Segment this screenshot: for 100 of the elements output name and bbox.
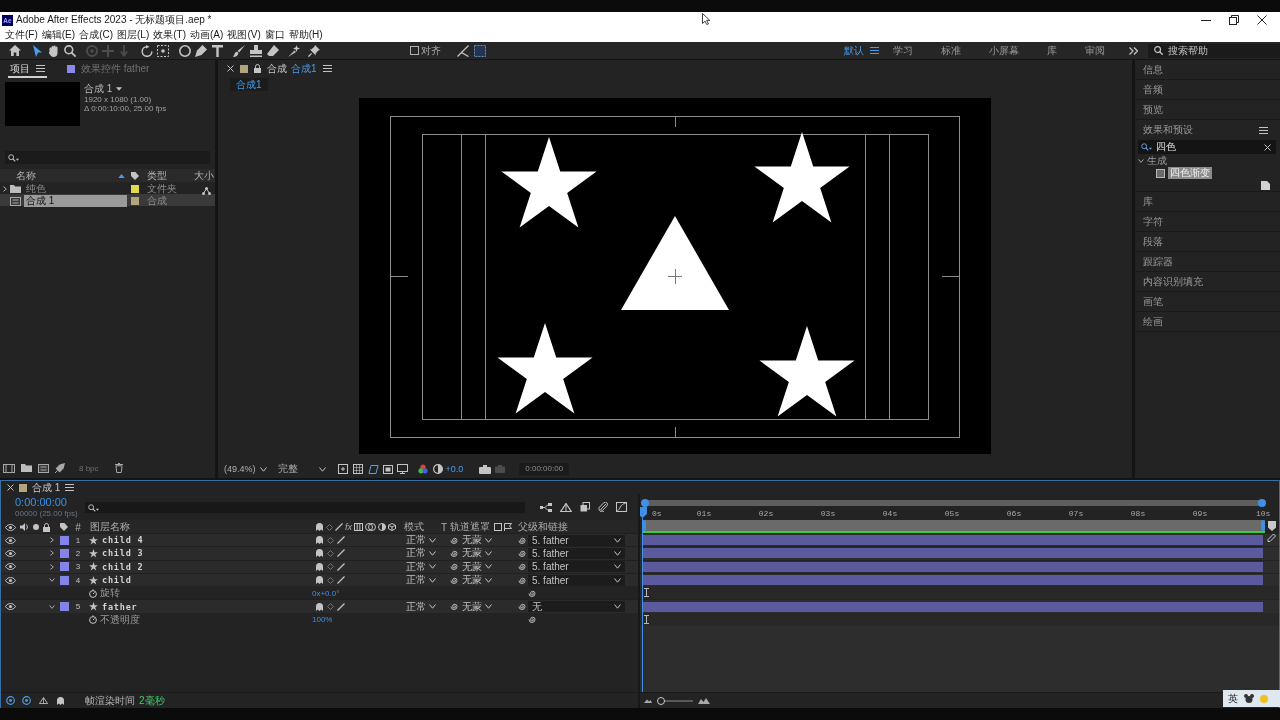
blend-mode-dropdown[interactable]: 正常 xyxy=(404,601,438,613)
close-icon[interactable] xyxy=(7,484,14,491)
parent-dropdown[interactable]: 5. father xyxy=(528,547,625,559)
layer-search-field[interactable] xyxy=(85,502,525,513)
timeline-tab[interactable]: 合成 1 xyxy=(32,481,61,495)
snap-label[interactable]: 对齐 xyxy=(421,43,441,58)
chevrons-icon[interactable] xyxy=(1129,46,1138,55)
label-color-swatch[interactable] xyxy=(59,548,69,558)
eye-icon[interactable] xyxy=(5,549,16,557)
spiral-icon[interactable] xyxy=(450,603,458,611)
caret-icon[interactable] xyxy=(116,87,123,91)
chevron-down-icon[interactable] xyxy=(1138,159,1144,163)
dashed-square-icon[interactable] xyxy=(157,44,169,57)
folder-icon[interactable] xyxy=(21,464,32,472)
brush-sparkle-icon[interactable] xyxy=(288,44,300,57)
panel-header[interactable]: 信息 xyxy=(1135,60,1280,80)
eye-icon[interactable] xyxy=(5,563,16,571)
dotted-square-icon[interactable] xyxy=(474,44,486,57)
layer-name[interactable]: child xyxy=(100,573,312,587)
panel-header[interactable]: 字符 xyxy=(1135,212,1280,232)
grid-icon[interactable] xyxy=(352,464,363,474)
region-icon[interactable] xyxy=(337,464,348,474)
ghost-icon[interactable] xyxy=(315,602,324,611)
footage-icon[interactable] xyxy=(3,463,15,473)
stopwatch-icon[interactable] xyxy=(89,588,97,598)
nodes-icon[interactable] xyxy=(540,502,552,512)
eye-icon[interactable] xyxy=(5,603,16,611)
workspace-tab[interactable]: 审阅 xyxy=(1071,43,1119,58)
panel-header[interactable]: 绘画 xyxy=(1135,312,1280,332)
track-matte-dropdown[interactable]: 无蒙 xyxy=(460,601,494,613)
blend-mode-dropdown[interactable]: 正常 xyxy=(404,561,438,573)
menu-icon[interactable] xyxy=(65,484,75,491)
panel-header[interactable]: 跟踪器 xyxy=(1135,252,1280,272)
circle-icon[interactable] xyxy=(179,44,191,57)
hand-icon[interactable] xyxy=(48,44,58,57)
blend-mode-dropdown[interactable]: 正常 xyxy=(404,574,438,586)
parent-dropdown[interactable]: 5. father xyxy=(528,561,625,573)
eye-icon[interactable] xyxy=(5,536,16,544)
marker-icon[interactable] xyxy=(1268,521,1276,531)
panel-header[interactable]: 音频 xyxy=(1135,80,1280,100)
label-color-swatch[interactable] xyxy=(59,562,69,572)
panel-tab[interactable]: 项目 xyxy=(8,61,47,78)
menu-item[interactable]: 动画(A) xyxy=(188,28,226,42)
menu-item[interactable]: 合成(C) xyxy=(77,28,115,42)
track-matte-dropdown[interactable]: 无蒙 xyxy=(460,547,494,559)
brush-icon[interactable] xyxy=(233,44,245,57)
property-value[interactable]: 100% xyxy=(312,612,404,627)
layer-name[interactable]: father xyxy=(100,600,312,613)
menu-item[interactable]: 视图(V) xyxy=(225,28,263,42)
selection-arrow-icon[interactable] xyxy=(33,44,42,57)
parent-dropdown[interactable]: 无 xyxy=(528,601,625,613)
work-area-handle[interactable] xyxy=(1261,520,1265,531)
page-icon[interactable] xyxy=(1261,180,1270,190)
small-mountain-icon[interactable] xyxy=(644,698,652,703)
item-name[interactable]: 合成 1 xyxy=(24,195,127,207)
composition-name[interactable]: 合成1 xyxy=(291,61,317,76)
track-matte-dropdown[interactable]: 无蒙 xyxy=(460,561,494,573)
chevron-right-icon[interactable] xyxy=(3,186,7,192)
track-matte-dropdown[interactable]: 无蒙 xyxy=(460,574,494,586)
toggle-view-icon[interactable] xyxy=(382,464,393,474)
menu-item[interactable]: 效果(T) xyxy=(151,28,189,42)
trash-icon[interactable] xyxy=(114,463,123,473)
menu-icon[interactable] xyxy=(1259,126,1268,134)
magnifier-icon[interactable] xyxy=(64,44,76,57)
chevron-right-icon[interactable] xyxy=(50,550,54,557)
label-color-swatch[interactable] xyxy=(59,575,69,585)
tent-icon[interactable] xyxy=(560,502,572,512)
rocket-icon[interactable] xyxy=(55,463,65,473)
layer-name[interactable]: child 2 xyxy=(100,560,312,573)
flowchart-icon[interactable] xyxy=(202,187,211,195)
effects-search-field[interactable]: 四色 xyxy=(1138,140,1276,154)
menu-item[interactable]: 文件(F) xyxy=(3,28,40,42)
graph-icon[interactable] xyxy=(616,502,627,512)
workspace-tab[interactable]: 小屏幕 xyxy=(975,43,1033,58)
lock-icon[interactable] xyxy=(254,64,261,73)
home-icon[interactable] xyxy=(9,45,21,56)
menu-icon[interactable] xyxy=(870,47,879,54)
paperclip-icon[interactable] xyxy=(598,502,608,512)
blend-mode-dropdown[interactable]: 正常 xyxy=(404,534,438,546)
workspace-tab[interactable]: 默认 xyxy=(830,43,870,58)
panel-header[interactable]: 效果和预设 xyxy=(1143,123,1193,137)
menu-item[interactable]: 编辑(E) xyxy=(39,28,78,42)
property-value[interactable]: 0x+0.0° xyxy=(312,586,404,601)
diamond-icon[interactable] xyxy=(327,603,334,611)
chevron-down-icon[interactable] xyxy=(49,604,55,609)
blend-mode-dropdown[interactable]: 正常 xyxy=(404,547,438,559)
workspace-tab[interactable]: 库 xyxy=(1033,43,1071,58)
composition-icon[interactable] xyxy=(38,463,49,473)
layer-name[interactable]: child 3 xyxy=(100,547,312,560)
rotate-icon[interactable] xyxy=(141,44,153,57)
sort-arrow-icon[interactable] xyxy=(117,174,125,178)
parent-dropdown[interactable]: 5. father xyxy=(528,574,625,586)
mask-outline-icon[interactable] xyxy=(367,464,379,474)
navigator-handle[interactable] xyxy=(1258,499,1266,507)
breadcrumb-tab[interactable]: 合成1 xyxy=(230,78,268,91)
stacked-squares-icon[interactable] xyxy=(580,502,590,512)
navigator-handle[interactable] xyxy=(641,499,649,507)
eraser-icon[interactable] xyxy=(267,45,279,56)
ghost-icon[interactable] xyxy=(56,696,65,705)
color-dots-icon[interactable] xyxy=(417,464,428,474)
